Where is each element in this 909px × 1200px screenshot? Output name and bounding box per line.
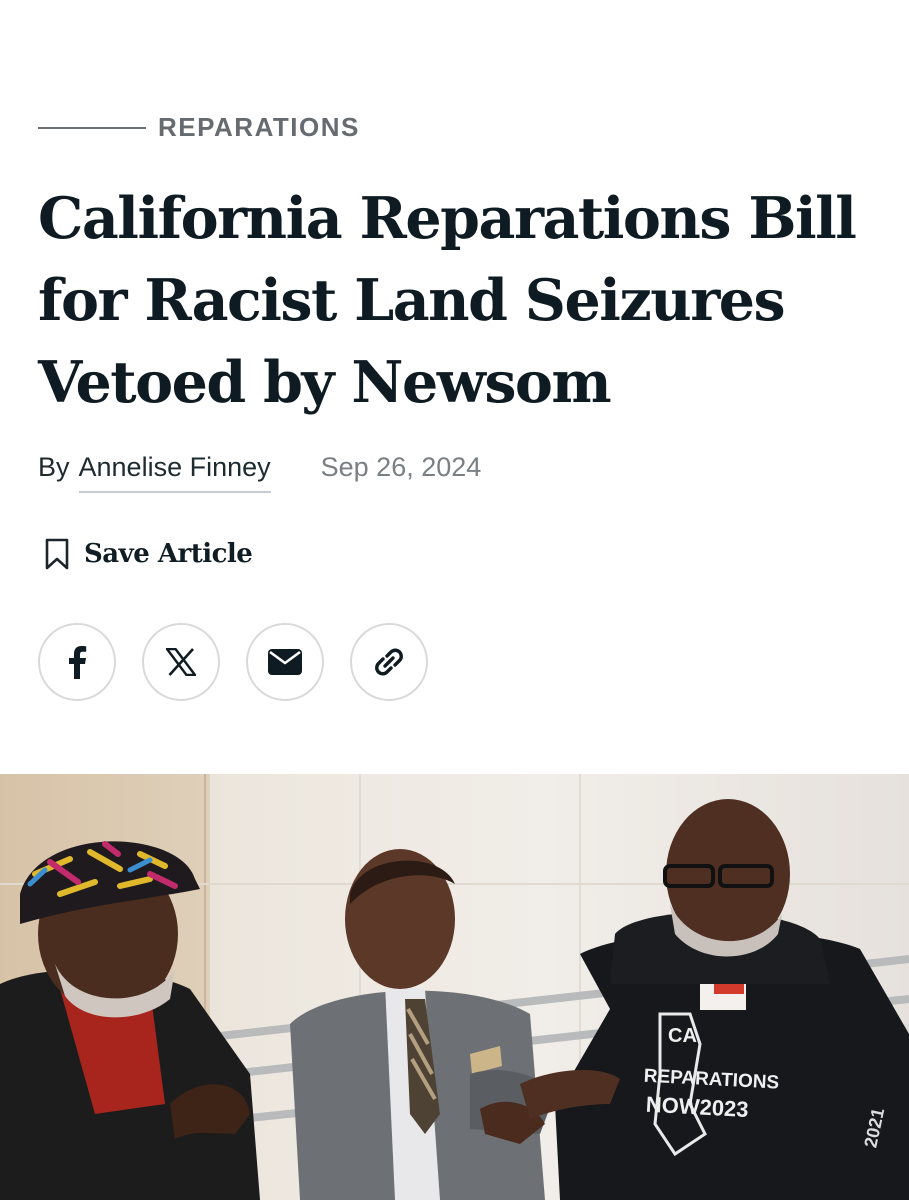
share-email-button[interactable] [246, 623, 324, 701]
headline-line: Vetoed by Newsom [38, 349, 612, 416]
share-buttons [38, 623, 454, 701]
shirt-text-line: CA [668, 1025, 697, 1047]
author-link[interactable]: Annelise Finney [78, 452, 271, 493]
share-facebook-button[interactable] [38, 623, 116, 701]
share-x-button[interactable] [142, 623, 220, 701]
category-row: REPARATIONS [38, 112, 360, 143]
copy-link-button[interactable] [350, 623, 428, 701]
save-article-button[interactable]: Save Article [44, 538, 253, 570]
link-icon [372, 645, 406, 679]
article-photo: CA REPARATIONS NOW2023 2021 [0, 774, 909, 1200]
bookmark-icon [44, 538, 70, 570]
email-icon [268, 649, 302, 675]
category-divider [38, 126, 146, 129]
article-headline: California Reparations Bill for Racist L… [38, 178, 888, 424]
category-label[interactable]: REPARATIONS [158, 112, 360, 143]
facebook-icon [66, 645, 88, 679]
byline-prefix: By [38, 452, 70, 482]
headline-line: for Racist Land Seizures [38, 267, 786, 334]
publish-date: Sep 26, 2024 [320, 452, 482, 482]
x-icon [166, 648, 196, 676]
headline-line: California Reparations Bill [38, 185, 857, 252]
save-article-label: Save Article [84, 539, 253, 569]
byline: By Annelise Finney Sep 26, 2024 [38, 452, 481, 493]
